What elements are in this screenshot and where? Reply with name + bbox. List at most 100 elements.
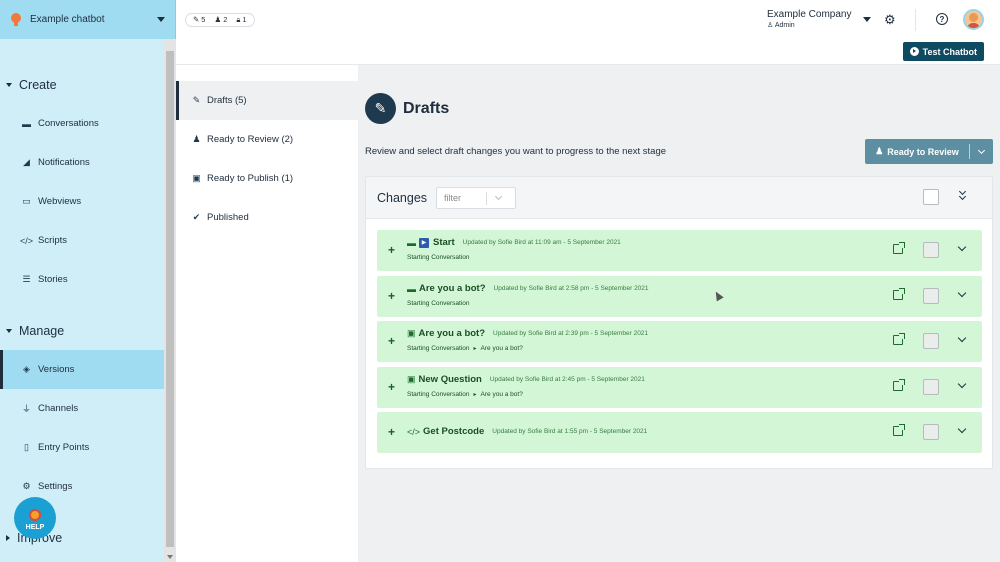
chat-icon: ▬ [407, 237, 416, 248]
external-link-icon[interactable] [893, 288, 905, 300]
company-selector[interactable]: Example Company ♙ Admin [767, 9, 851, 29]
chevron-down-icon[interactable] [863, 17, 871, 22]
chevron-down-icon[interactable] [957, 379, 967, 389]
change-title: Are you a bot? [419, 283, 486, 294]
row-checkbox[interactable] [923, 379, 939, 395]
plus-icon[interactable]: + [388, 334, 395, 348]
chevron-down-icon[interactable] [957, 288, 967, 298]
stage-ready-to-publish[interactable]: ▣ Ready to Publish (1) [176, 159, 358, 198]
plus-icon[interactable]: + [388, 380, 395, 394]
stage-published[interactable]: ✔ Published [176, 198, 358, 237]
gear-icon[interactable]: ⚙ [884, 12, 896, 28]
stage-ready-to-review[interactable]: ♟ Ready to Review (2) [176, 120, 358, 159]
drafts-count-value: 5 [201, 15, 206, 24]
question-icon[interactable]: ? [936, 13, 948, 25]
external-link-icon[interactable] [893, 424, 905, 436]
section-manage[interactable]: Manage [6, 324, 64, 338]
user-role-label: Admin [774, 22, 795, 29]
plus-icon[interactable]: + [388, 425, 395, 439]
change-row[interactable]: + ▬ ▶ Start Updated by Sofie Bird at 11:… [377, 230, 982, 271]
user-role: ♙ Admin [767, 22, 795, 29]
review-dropdown-toggle[interactable] [970, 146, 993, 154]
chevron-down-icon[interactable] [957, 424, 967, 434]
stage-label: Ready to Publish (1) [207, 173, 294, 184]
scroll-down-icon[interactable] [167, 555, 173, 559]
sidebar: Example chatbot Create ▬ Conversations ◢… [0, 0, 176, 562]
change-meta: Updated by Sofie Bird at 2:39 pm - 5 Sep… [493, 330, 649, 337]
plus-icon[interactable]: + [388, 243, 395, 257]
change-title-line: ▬ ▶ Start Updated by Sofie Bird at 11:09… [407, 237, 621, 248]
external-link-icon[interactable] [893, 333, 905, 345]
sidebar-item-label: Channels [38, 403, 79, 414]
change-row[interactable]: + ▬ Are you a bot? Updated by Sofie Bird… [377, 276, 982, 317]
chat-icon: ▬ [407, 283, 416, 294]
sidebar-item-channels[interactable]: ⏚ Channels [0, 389, 164, 428]
change-title: Are you a bot? [418, 328, 486, 339]
version-stats: ✎ 5 ♟ 2 🔒︎ 1 [185, 12, 255, 27]
people-icon: ♟ [875, 146, 884, 156]
chevron-down-icon [977, 146, 986, 154]
people-icon: ♟ [214, 15, 222, 24]
change-meta: Updated by Sofie Bird at 2:58 pm - 5 Sep… [493, 285, 649, 292]
people-icon: ♟ [192, 134, 201, 144]
change-row[interactable]: + ▣ New Question Updated by Sofie Bird a… [377, 367, 982, 408]
chatbot-selector[interactable]: Example chatbot [0, 0, 176, 39]
section-label: Create [19, 78, 57, 92]
select-all-checkbox[interactable] [923, 189, 939, 205]
filter-select[interactable]: filter [436, 186, 517, 209]
avatar[interactable] [963, 9, 984, 30]
chevron-down-icon [495, 192, 503, 200]
sidebar-item-label: Scripts [38, 235, 68, 246]
sidebar-item-label: Settings [38, 481, 73, 492]
breadcrumb: Starting Conversation [407, 254, 470, 261]
ready-to-review-button[interactable]: ♟ Ready to Review [865, 139, 993, 164]
sidebar-item-label: Entry Points [38, 442, 90, 453]
pencil-ruler-icon: ✎ [193, 15, 200, 24]
row-checkbox[interactable] [923, 242, 939, 258]
chevron-down-icon[interactable] [957, 242, 967, 252]
scrollbar-thumb[interactable] [166, 51, 174, 547]
lock-icon: 🔒︎ [236, 14, 241, 24]
breadcrumb-item: Starting Conversation [407, 391, 470, 398]
breadcrumb-item: Are you a bot? [480, 391, 523, 398]
changes-header: Changes filter [366, 177, 992, 219]
sidebar-item-scripts[interactable]: </> Scripts [0, 221, 164, 260]
sidebar-item-notifications[interactable]: ◢ Notifications [0, 143, 164, 182]
external-link-icon[interactable] [893, 242, 905, 254]
door-icon: ▯ [24, 442, 29, 452]
divider [915, 9, 916, 31]
start-icon: ▶ [419, 237, 429, 248]
plug-icon: ⏚ [22, 404, 32, 414]
stage-drafts[interactable]: ✎ Drafts (5) [176, 81, 358, 120]
sidebar-item-webviews[interactable]: ▭ Webviews [0, 182, 164, 221]
plus-icon[interactable]: + [388, 289, 395, 303]
sidebar-item-entry-points[interactable]: ▯ Entry Points [0, 428, 164, 467]
breadcrumb-item: Starting Conversation [407, 254, 470, 261]
company-name: Example Company [767, 9, 852, 20]
change-row[interactable]: + ▣ Are you a bot? Updated by Sofie Bird… [377, 321, 982, 362]
sidebar-scrollbar[interactable] [164, 39, 176, 562]
chevron-down-icon[interactable] [957, 333, 967, 343]
sidebar-item-versions[interactable]: ◈ Versions [0, 350, 164, 389]
stack-icon: ☰ [22, 274, 31, 284]
gear-icon: ⚙ [22, 481, 31, 491]
changes-card: Changes filter + ▬ ▶ Start Updated by So… [365, 176, 993, 469]
chevron-down-icon [157, 17, 165, 22]
change-row[interactable]: + </> Get Postcode Updated by Sofie Bird… [377, 412, 982, 453]
publish-count: 🔒︎ 1 [236, 15, 246, 25]
review-count: ♟ 2 [214, 15, 227, 24]
help-button[interactable]: HELP [14, 497, 56, 539]
row-checkbox[interactable] [923, 333, 939, 349]
test-chatbot-button[interactable]: Test Chatbot [902, 42, 984, 61]
row-checkbox[interactable] [923, 424, 939, 440]
row-checkbox[interactable] [923, 288, 939, 304]
change-title: New Question [418, 374, 482, 385]
sidebar-item-conversations[interactable]: ▬ Conversations [0, 104, 164, 143]
help-bot-icon [29, 509, 41, 521]
sidebar-item-stories[interactable]: ☰ Stories [0, 260, 164, 299]
expand-all-icon[interactable] [958, 187, 968, 203]
ready-to-review-action[interactable]: ♟ Ready to Review [865, 146, 969, 157]
section-create[interactable]: Create [6, 78, 57, 92]
external-link-icon[interactable] [893, 379, 905, 391]
change-title: Start [433, 237, 455, 248]
